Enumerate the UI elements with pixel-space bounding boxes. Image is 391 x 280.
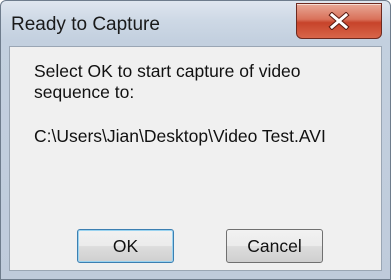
file-path-text: C:\Users\Jian\Desktop\Video Test.AVI bbox=[34, 126, 326, 146]
close-icon bbox=[297, 4, 381, 38]
message-text: Select OK to start capture of video sequ… bbox=[34, 61, 301, 102]
dialog-window: Ready to Capture Select OK to start capt… bbox=[0, 0, 391, 280]
dialog-title: Ready to Capture bbox=[11, 14, 160, 35]
ok-button[interactable]: OK bbox=[77, 229, 174, 263]
cancel-button[interactable]: Cancel bbox=[226, 229, 323, 263]
title-bar[interactable]: Ready to Capture bbox=[1, 1, 390, 45]
dialog-body: Select OK to start capture of video sequ… bbox=[9, 46, 382, 271]
close-button[interactable] bbox=[296, 3, 382, 39]
